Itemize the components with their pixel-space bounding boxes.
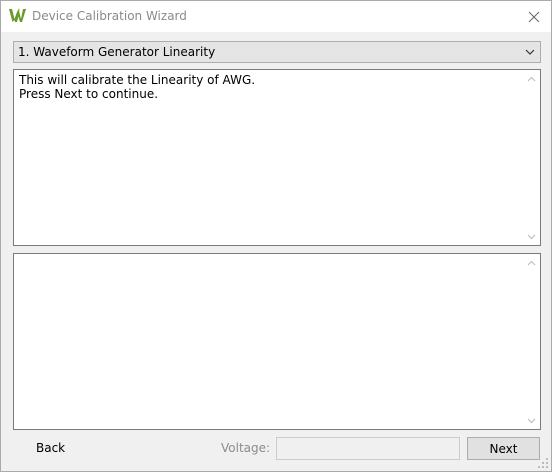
close-button[interactable] bbox=[517, 1, 551, 32]
next-button[interactable]: Next bbox=[467, 437, 540, 460]
instructions-text: This will calibrate the Linearity of AWG… bbox=[19, 73, 256, 101]
scroll-down-button[interactable] bbox=[523, 228, 540, 245]
resize-grip-icon[interactable] bbox=[538, 458, 549, 469]
voltage-input[interactable] bbox=[276, 437, 460, 460]
step-selector-dropdown[interactable]: 1. Waveform Generator Linearity bbox=[13, 41, 541, 63]
chevron-down-icon bbox=[525, 49, 535, 55]
close-icon bbox=[528, 11, 540, 22]
log-scrollbar[interactable] bbox=[523, 254, 540, 429]
scroll-down-button[interactable] bbox=[523, 412, 540, 429]
step-selector-value: 1. Waveform Generator Linearity bbox=[18, 45, 216, 59]
instructions-textbox[interactable]: This will calibrate the Linearity of AWG… bbox=[13, 69, 541, 246]
chevron-down-icon bbox=[527, 234, 536, 239]
instructions-scrollbar[interactable] bbox=[523, 70, 540, 245]
title-bar[interactable]: Device Calibration Wizard bbox=[1, 1, 551, 32]
window-title: Device Calibration Wizard bbox=[32, 9, 187, 23]
chevron-up-icon bbox=[527, 76, 536, 81]
back-button[interactable]: Back bbox=[36, 441, 65, 455]
chevron-down-icon bbox=[527, 418, 536, 423]
chevron-up-icon bbox=[527, 260, 536, 265]
scroll-up-button[interactable] bbox=[523, 254, 540, 271]
w-logo-icon bbox=[9, 8, 26, 24]
voltage-label: Voltage: bbox=[221, 441, 271, 455]
log-textbox[interactable] bbox=[13, 253, 541, 430]
scroll-up-button[interactable] bbox=[523, 70, 540, 87]
calibration-wizard-window: Device Calibration Wizard 1. Waveform Ge… bbox=[0, 0, 552, 472]
